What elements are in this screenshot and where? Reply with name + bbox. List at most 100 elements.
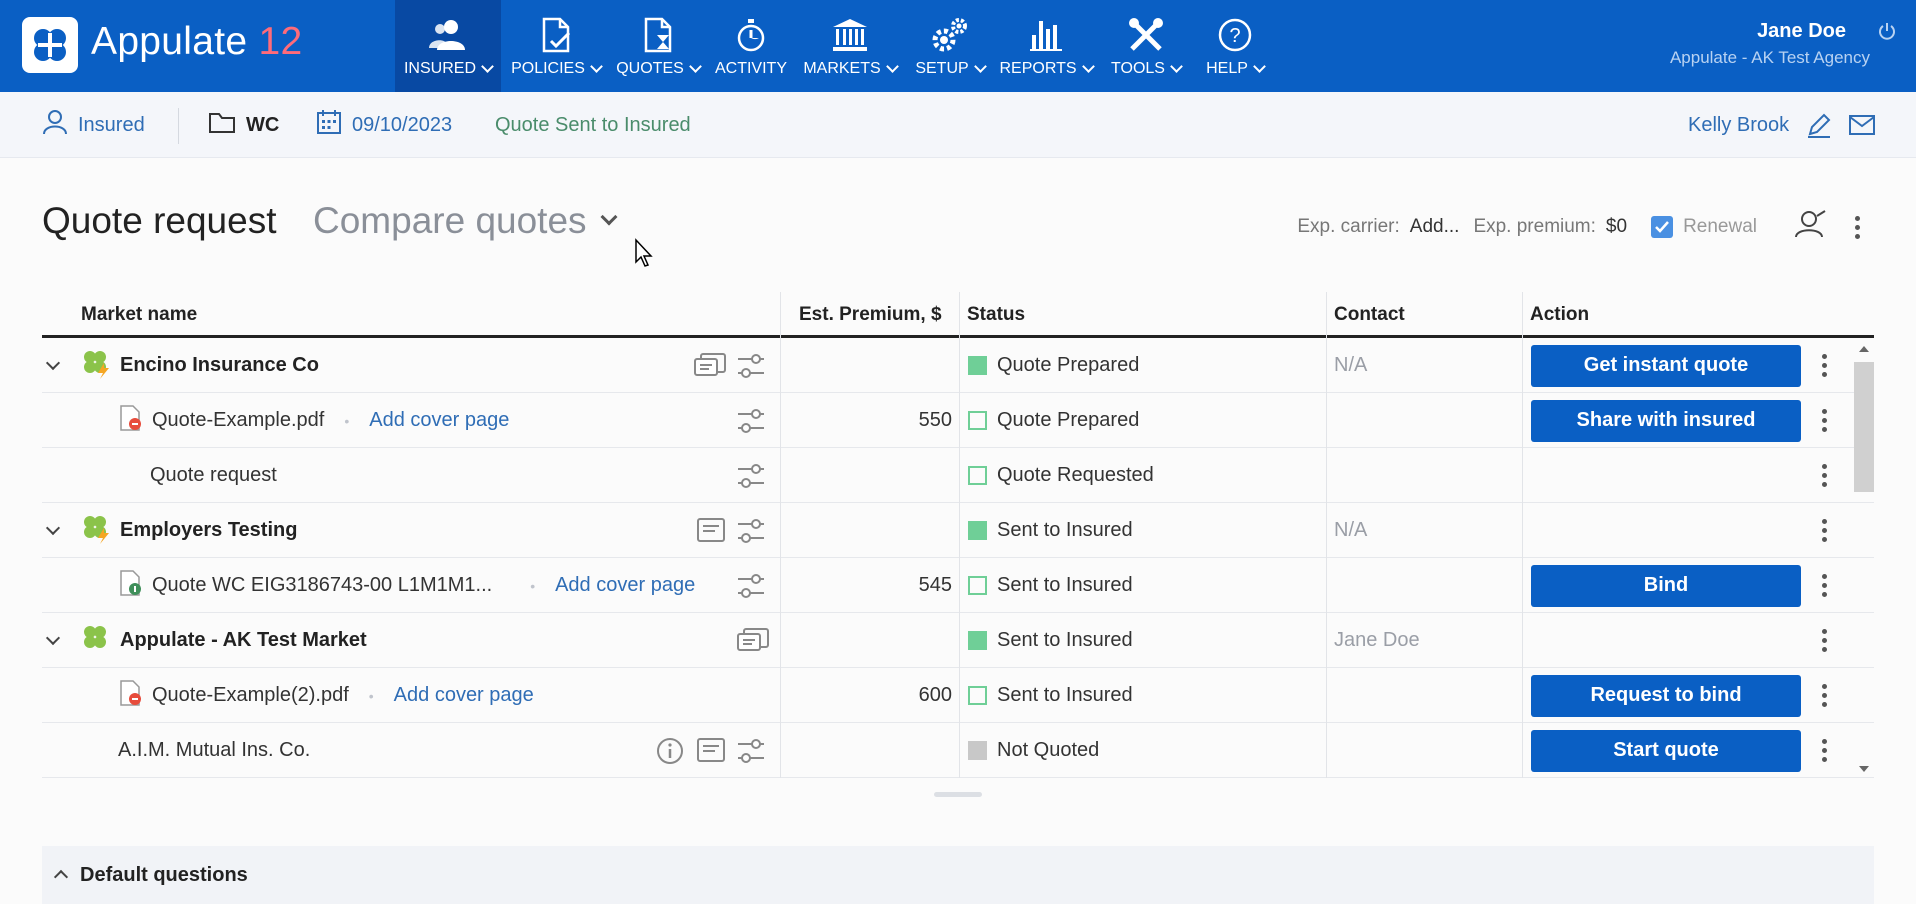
share-with-insured-button[interactable]: Share with insured <box>1531 399 1801 442</box>
est-premium <box>780 448 952 503</box>
chevron-down-icon <box>885 59 899 73</box>
chevron-down-icon <box>1253 59 1266 73</box>
add-cover-page-link[interactable]: Add cover page <box>394 684 534 707</box>
start-quote-button[interactable]: Start quote <box>1531 729 1801 772</box>
quotes-table: Market name Est. Premium, $ Status Conta… <box>42 292 1874 778</box>
table-row[interactable]: Encino Insurance Co Quote Prepared N/A G… <box>42 338 1874 393</box>
nav-markets[interactable]: MARKETS <box>800 0 900 92</box>
table-row[interactable]: Quote-Example(2).pdf • Add cover page 60… <box>42 668 1874 723</box>
app-version: 12 <box>258 20 303 63</box>
sliders-icon[interactable] <box>736 723 766 778</box>
resize-handle[interactable] <box>934 792 982 797</box>
table-row[interactable]: Quote request Quote Requested <box>42 448 1874 503</box>
status-indicator <box>968 686 987 705</box>
table-row[interactable]: Quote WC EIG3186743-00 L1M1M1... • Add c… <box>42 558 1874 613</box>
table-row[interactable]: Quote-Example.pdf • Add cover page 550 Q… <box>42 393 1874 448</box>
nav-activity[interactable]: ACTIVITY <box>710 0 792 92</box>
est-premium: 545 <box>918 574 952 596</box>
note-icon[interactable] <box>696 503 726 558</box>
row-menu-icon[interactable] <box>1822 574 1827 597</box>
chevron-down-icon[interactable] <box>45 338 68 393</box>
scroll-down-icon[interactable] <box>1854 762 1874 776</box>
column-divider <box>1326 338 1327 778</box>
edit-icon[interactable] <box>1806 92 1832 158</box>
add-cover-page-link[interactable]: Add cover page <box>369 409 509 432</box>
row-menu-icon[interactable] <box>1822 629 1827 652</box>
sliders-icon[interactable] <box>736 503 766 558</box>
nav-insured[interactable]: INSURED <box>395 0 501 92</box>
default-questions-section[interactable]: Default questions <box>42 846 1874 904</box>
more-options-icon[interactable] <box>1855 215 1860 239</box>
nav-setup[interactable]: SETUP <box>908 0 992 92</box>
table-row[interactable]: A.I.M. Mutual Ins. Co. Not Quoted Start … <box>42 723 1874 778</box>
column-divider <box>959 292 960 338</box>
header-status[interactable]: Status <box>967 304 1025 326</box>
agent-link[interactable]: Kelly Brook <box>1688 92 1789 158</box>
file-name[interactable]: Quote-Example(2).pdf <box>152 684 349 707</box>
chevron-down-icon <box>600 208 618 226</box>
row-menu-icon[interactable] <box>1822 354 1827 377</box>
renewal-checkbox[interactable] <box>1651 216 1674 238</box>
nav-help[interactable]: ? HELP <box>1196 0 1274 92</box>
nav-quotes[interactable]: QUOTES <box>612 0 704 92</box>
market-name-plain[interactable]: A.I.M. Mutual Ins. Co. <box>118 723 310 778</box>
bind-button[interactable]: Bind <box>1531 564 1801 607</box>
header-est-premium[interactable]: Est. Premium, $ <box>799 304 942 326</box>
sliders-icon[interactable] <box>736 338 766 393</box>
header-contact[interactable]: Contact <box>1334 304 1405 326</box>
nav-tools[interactable]: TOOLS <box>1106 0 1186 92</box>
folder-icon <box>208 110 236 140</box>
exp-carrier-value[interactable]: Add... <box>1410 216 1460 238</box>
table-scrollbar[interactable] <box>1852 340 1874 780</box>
insured-link[interactable]: Insured <box>42 92 145 158</box>
market-name[interactable]: Employers Testing <box>120 519 297 542</box>
chat-icon[interactable] <box>736 613 770 668</box>
est-premium: 550 <box>918 409 952 431</box>
chevron-down-icon <box>973 59 987 73</box>
row-menu-icon[interactable] <box>1822 684 1827 707</box>
market-name[interactable]: Encino Insurance Co <box>120 354 319 377</box>
nav-label: ACTIVITY <box>714 60 787 77</box>
column-divider <box>1522 338 1523 778</box>
column-divider <box>959 338 960 778</box>
file-name[interactable]: Quote-Example.pdf <box>152 409 324 432</box>
logo-icon[interactable] <box>22 17 78 73</box>
sliders-icon[interactable] <box>736 448 766 503</box>
row-menu-icon[interactable] <box>1822 519 1827 542</box>
scroll-up-icon[interactable] <box>1854 342 1874 356</box>
user-search-icon[interactable] <box>1793 210 1827 244</box>
exp-premium-value[interactable]: $0 <box>1606 216 1627 238</box>
nav-reports[interactable]: REPORTS <box>996 0 1096 92</box>
quote-request-label[interactable]: Quote request <box>150 448 277 503</box>
chat-icon[interactable] <box>693 338 727 393</box>
status-text: Quote Prepared <box>997 409 1140 431</box>
row-menu-icon[interactable] <box>1822 739 1827 762</box>
nav-label: POLICIES <box>511 60 585 77</box>
clover-lightning-icon <box>80 347 112 385</box>
add-cover-page-link[interactable]: Add cover page <box>555 574 695 597</box>
sliders-icon[interactable] <box>736 393 766 448</box>
market-name[interactable]: Appulate - AK Test Market <box>120 629 367 652</box>
note-icon[interactable] <box>696 723 726 778</box>
request-to-bind-button[interactable]: Request to bind <box>1531 674 1801 717</box>
compare-quotes-dropdown[interactable]: Compare quotes <box>313 200 618 242</box>
table-row[interactable]: Employers Testing Sent to Insured N/A <box>42 503 1874 558</box>
date-link[interactable]: 09/10/2023 <box>316 92 452 158</box>
scroll-thumb[interactable] <box>1854 362 1874 492</box>
nav-policies[interactable]: POLICIES <box>507 0 605 92</box>
file-name[interactable]: Quote WC EIG3186743-00 L1M1M1... <box>152 574 492 597</box>
chevron-down-icon <box>481 59 494 73</box>
header-market-name[interactable]: Market name <box>81 304 197 326</box>
row-menu-icon[interactable] <box>1822 464 1827 487</box>
mail-icon[interactable] <box>1848 92 1876 158</box>
chevron-down-icon[interactable] <box>45 613 68 668</box>
est-premium <box>780 723 952 778</box>
power-icon[interactable] <box>1878 22 1896 40</box>
table-row[interactable]: Appulate - AK Test Market Sent to Insure… <box>42 613 1874 668</box>
user-name[interactable]: Jane Doe <box>1757 20 1846 43</box>
chevron-down-icon[interactable] <box>45 503 68 558</box>
get-instant-quote-button[interactable]: Get instant quote <box>1531 344 1801 387</box>
sliders-icon[interactable] <box>736 558 766 613</box>
info-icon[interactable] <box>656 723 684 778</box>
row-menu-icon[interactable] <box>1822 409 1827 432</box>
